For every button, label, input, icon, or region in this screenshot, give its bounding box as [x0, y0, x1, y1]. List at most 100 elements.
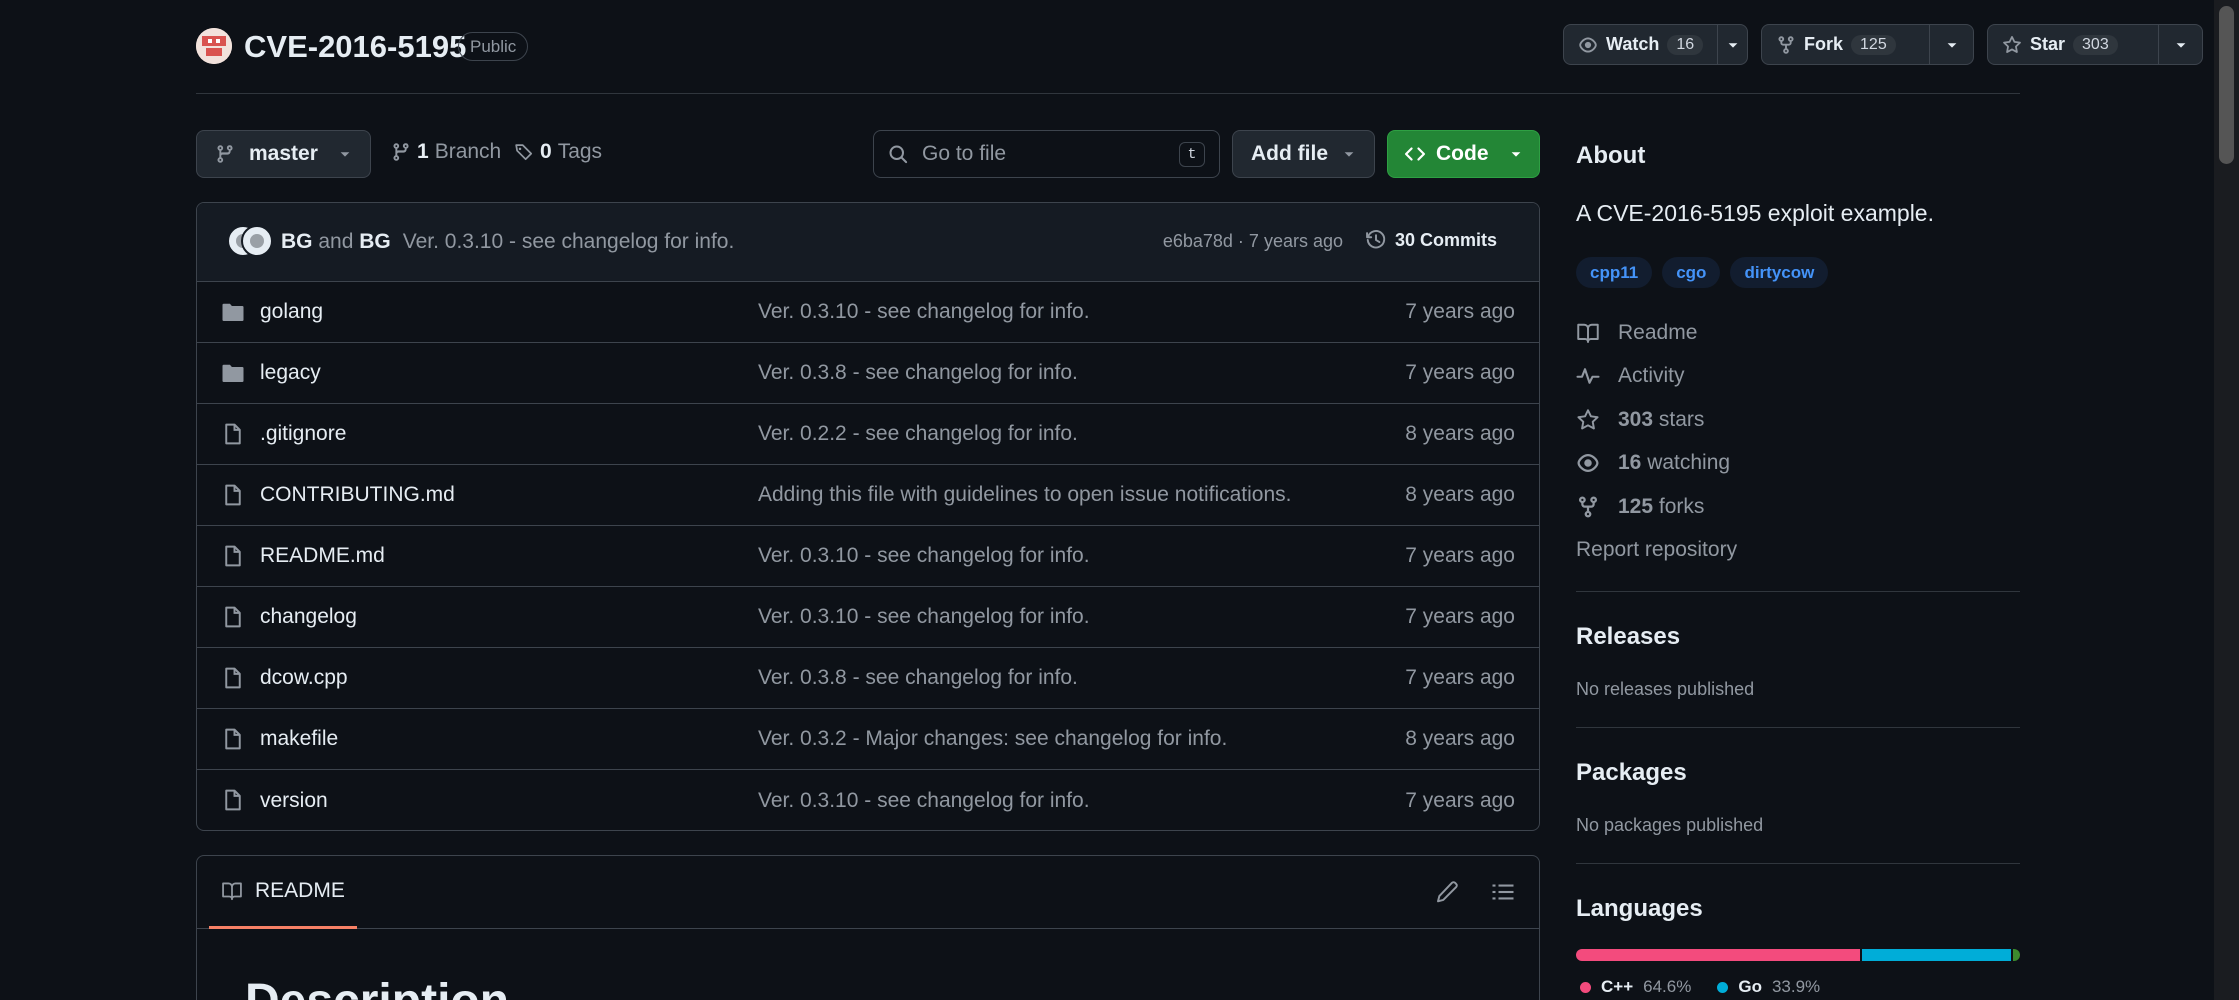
stars-link[interactable]: 303 stars	[1576, 408, 1704, 432]
about-title: About	[1576, 142, 1646, 169]
file-row[interactable]: makefile Ver. 0.3.2 - Major changes: see…	[197, 709, 1539, 770]
branches-link[interactable]: 1 Branch	[391, 140, 501, 164]
star-label: Star	[2030, 34, 2066, 54]
file-commit-message[interactable]: Adding this file with guidelines to open…	[758, 483, 1292, 507]
releases-empty-text: No releases published	[1576, 679, 1755, 699]
language-item-go[interactable]: Go 33.9%	[1717, 977, 1820, 997]
visibility-badge: Public	[458, 32, 529, 61]
file-name-link[interactable]: changelog	[260, 605, 357, 629]
fork-button-group: Fork 125	[1761, 24, 1974, 65]
file-row[interactable]: legacy Ver. 0.3.8 - see changelog for in…	[197, 343, 1539, 404]
readme-link[interactable]: Readme	[1576, 321, 1697, 345]
language-name: Go	[1738, 977, 1762, 996]
watch-button-group: Watch 16	[1563, 24, 1748, 65]
language-item-cpp[interactable]: C++ 64.6%	[1580, 977, 1691, 997]
language-bar-segment-cpp	[1576, 949, 1861, 961]
file-commit-message[interactable]: Ver. 0.3.10 - see changelog for info.	[758, 789, 1090, 813]
go-to-file-input[interactable]	[922, 142, 1162, 166]
code-icon	[1404, 143, 1426, 165]
fork-button[interactable]: Fork 125	[1762, 25, 1910, 64]
repo-name-link[interactable]: CVE-2016-5195	[244, 27, 466, 67]
tags-count: 0	[540, 140, 552, 163]
file-name-link[interactable]: golang	[260, 300, 323, 324]
caret-down-icon	[1342, 147, 1356, 161]
watchers-link[interactable]: 16 watching	[1576, 451, 1730, 475]
activity-link[interactable]: Activity	[1576, 364, 1685, 388]
owner-avatar[interactable]	[196, 28, 232, 64]
go-to-file-search[interactable]: t	[873, 130, 1220, 178]
file-commit-message[interactable]: Ver. 0.3.8 - see changelog for info.	[758, 361, 1078, 385]
avatar[interactable]	[241, 225, 273, 257]
file-row[interactable]: .gitignore Ver. 0.2.2 - see changelog fo…	[197, 404, 1539, 465]
commit-hash-link[interactable]: e6ba78d · 7 years ago	[1163, 231, 1343, 252]
file-row[interactable]: README.md Ver. 0.3.10 - see changelog fo…	[197, 526, 1539, 587]
star-count: 303	[2073, 34, 2118, 55]
pulse-icon	[1576, 364, 1600, 388]
file-commit-message[interactable]: Ver. 0.2.2 - see changelog for info.	[758, 422, 1078, 446]
list-outline-icon[interactable]	[1491, 880, 1515, 904]
commit-author-link[interactable]: BG	[359, 230, 391, 253]
file-name-link[interactable]: CONTRIBUTING.md	[260, 483, 455, 507]
report-repository-link[interactable]: Report repository	[1576, 538, 1737, 562]
languages-title: Languages	[1576, 895, 1703, 922]
file-commit-message[interactable]: Ver. 0.3.2 - Major changes: see changelo…	[758, 727, 1227, 751]
topic-tag[interactable]: dirtycow	[1730, 257, 1829, 288]
file-row[interactable]: CONTRIBUTING.md Adding this file with gu…	[197, 465, 1539, 526]
latest-commit-message-link[interactable]: Ver. 0.3.10 - see changelog for info.	[403, 230, 735, 254]
star-dropdown-button[interactable]	[2158, 25, 2202, 64]
file-icon	[221, 605, 245, 629]
eye-icon	[1576, 451, 1600, 475]
language-name: C++	[1601, 977, 1634, 996]
file-commit-message[interactable]: Ver. 0.3.10 - see changelog for info.	[758, 300, 1090, 324]
language-legend: C++ 64.6% Go 33.9%	[1580, 977, 1820, 997]
file-row[interactable]: dcow.cpp Ver. 0.3.8 - see changelog for …	[197, 648, 1539, 709]
releases-title[interactable]: Releases	[1576, 623, 1680, 651]
branch-icon	[215, 144, 235, 164]
file-commit-message[interactable]: Ver. 0.3.8 - see changelog for info.	[758, 666, 1078, 690]
scrollbar-thumb[interactable]	[2219, 6, 2234, 164]
repo-header: CVE-2016-5195 Public Watch 16 Fork 125 S…	[196, 0, 2203, 94]
branches-count: 1	[417, 140, 429, 163]
file-row[interactable]: changelog Ver. 0.3.10 - see changelog fo…	[197, 587, 1539, 648]
book-icon	[1576, 321, 1600, 345]
branch-selector[interactable]: master	[196, 130, 371, 178]
caret-down-icon	[1509, 147, 1523, 161]
star-button[interactable]: Star 303	[1988, 25, 2132, 64]
packages-title[interactable]: Packages	[1576, 759, 1687, 787]
topic-tag[interactable]: cgo	[1662, 257, 1721, 288]
commits-history-link[interactable]: 30 Commits	[1365, 229, 1497, 251]
branch-icon	[391, 142, 411, 162]
code-button[interactable]: Code	[1387, 130, 1540, 178]
watch-dropdown-button[interactable]	[1717, 25, 1747, 64]
file-row[interactable]: golang Ver. 0.3.10 - see changelog for i…	[197, 282, 1539, 343]
folder-icon	[221, 300, 245, 324]
forks-link[interactable]: 125 forks	[1576, 495, 1704, 519]
page-scrollbar[interactable]	[2214, 0, 2239, 1000]
branches-label: Branch	[434, 140, 502, 163]
add-file-label: Add file	[1251, 142, 1328, 165]
file-age: 7 years ago	[1405, 666, 1515, 689]
fork-dropdown-button[interactable]	[1929, 25, 1973, 64]
file-name-link[interactable]: legacy	[260, 361, 321, 385]
file-row[interactable]: version Ver. 0.3.10 - see changelog for …	[197, 770, 1539, 830]
file-age: 7 years ago	[1405, 300, 1515, 323]
watch-button[interactable]: Watch 16	[1564, 25, 1717, 64]
file-icon	[221, 422, 245, 446]
file-name-link[interactable]: README.md	[260, 544, 385, 568]
folder-icon	[221, 361, 245, 385]
topic-tag[interactable]: cpp11	[1576, 257, 1653, 288]
caret-down-icon	[1728, 42, 1737, 48]
commit-author-link[interactable]: BG	[281, 230, 313, 253]
pencil-icon[interactable]	[1435, 880, 1459, 904]
branch-name: master	[249, 142, 318, 165]
readme-tab[interactable]: README	[209, 856, 357, 929]
file-commit-message[interactable]: Ver. 0.3.10 - see changelog for info.	[758, 544, 1090, 568]
file-name-link[interactable]: dcow.cpp	[260, 666, 348, 690]
tags-link[interactable]: 0 Tags	[514, 140, 602, 164]
file-name-link[interactable]: version	[260, 789, 328, 813]
file-name-link[interactable]: .gitignore	[260, 422, 346, 446]
file-name-link[interactable]: makefile	[260, 727, 338, 751]
file-commit-message[interactable]: Ver. 0.3.10 - see changelog for info.	[758, 605, 1090, 629]
readme-panel: README Description	[196, 855, 1540, 1000]
add-file-button[interactable]: Add file	[1232, 130, 1375, 178]
